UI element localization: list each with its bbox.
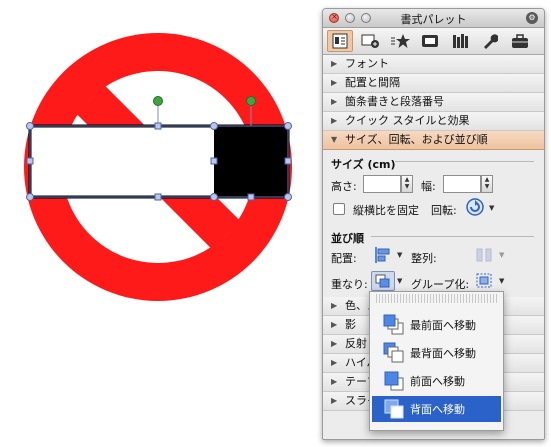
section-bullets-numbering[interactable]: ▶ 箇条書きと段落番号	[323, 93, 544, 112]
rotation-handle[interactable]	[153, 96, 163, 106]
resize-handle[interactable]	[247, 193, 255, 201]
distribute-menu-arrow-icon[interactable]: ▼	[499, 251, 504, 259]
menu-tearoff-grip[interactable]	[376, 294, 497, 303]
toolbox-icon[interactable]	[507, 30, 533, 52]
resize-handle[interactable]	[154, 122, 162, 130]
selected-black-square[interactable]	[214, 126, 288, 198]
resize-handle[interactable]	[154, 193, 162, 201]
bring-to-front-icon	[383, 314, 405, 336]
section-font[interactable]: ▶ フォント	[323, 55, 544, 74]
section-quick-styles[interactable]: ▶ クイック スタイルと効果	[323, 112, 544, 131]
size-rotation-order-panel: サイズ (cm) 高さ: ▲ ▼ 幅: ▲ ▼ 縦横比を固定 回転: ▼ 並び順 配…	[323, 150, 544, 297]
disclosure-triangle-icon: ▶	[331, 377, 338, 386]
order-title: 並び順	[331, 232, 364, 245]
slide-canvas[interactable]	[0, 0, 320, 447]
distribute-button[interactable]	[473, 245, 497, 265]
distribute-icon	[476, 248, 492, 262]
overlap-menu-arrow-icon[interactable]: ▼	[397, 277, 402, 285]
disclosure-triangle-icon: ▶	[331, 59, 338, 68]
width-input[interactable]	[443, 175, 481, 193]
insert-picture-icon[interactable]	[357, 30, 383, 52]
group-icon	[476, 273, 492, 288]
group-menu-arrow-icon[interactable]: ▼	[499, 277, 504, 285]
resize-handle[interactable]	[210, 122, 218, 130]
rotation-handle[interactable]	[246, 96, 256, 106]
wrench-icon[interactable]	[477, 30, 503, 52]
resize-handle[interactable]	[210, 157, 218, 165]
palette-title: 書式パレット	[400, 13, 467, 26]
resize-handle[interactable]	[26, 122, 34, 130]
resize-handle[interactable]	[26, 157, 34, 165]
rotate-label: 回転:	[431, 204, 457, 217]
overlap-label: 重なり:	[331, 278, 368, 291]
distribute-label: 整列:	[411, 252, 437, 265]
resize-handle[interactable]	[210, 193, 218, 201]
align-button[interactable]	[371, 245, 395, 265]
width-label: 幅:	[421, 180, 436, 193]
gear-icon: ⚙	[528, 13, 536, 22]
resize-handle[interactable]	[284, 122, 292, 130]
align-left-icon	[375, 247, 390, 263]
disclosure-triangle-icon: ▶	[331, 301, 338, 310]
disclosure-triangle-icon: ▶	[331, 97, 338, 106]
section-alignment-spacing[interactable]: ▶ 配置と間隔	[323, 74, 544, 93]
height-stepper[interactable]: ▲ ▼	[401, 175, 413, 193]
resize-handle[interactable]	[26, 193, 34, 201]
bullets-star-icon[interactable]	[387, 30, 413, 52]
menu-item-send-to-back[interactable]: 最背面へ移動	[372, 340, 501, 366]
rotate-button[interactable]	[463, 197, 487, 217]
resize-handle[interactable]	[284, 193, 292, 201]
library-icon[interactable]	[447, 30, 473, 52]
size-title: サイズ (cm)	[331, 158, 396, 171]
disclosure-triangle-icon: ▶	[331, 78, 338, 87]
group-button[interactable]	[473, 271, 497, 291]
height-input[interactable]	[363, 175, 401, 193]
disclosure-triangle-icon: ▶	[331, 116, 338, 125]
rotate-menu-arrow-icon[interactable]: ▼	[489, 204, 494, 212]
text-box-icon[interactable]	[327, 30, 353, 52]
arrange-order-menu: 最前面へ移動 最背面へ移動 前面へ移動 背面へ移動	[369, 291, 504, 431]
disclosure-triangle-open-icon: ▼	[331, 135, 338, 144]
send-to-back-icon	[383, 342, 405, 364]
arrange-order-icon	[375, 274, 390, 288]
disclosure-triangle-icon: ▶	[331, 358, 338, 367]
align-label: 配置:	[331, 252, 357, 265]
resize-handle[interactable]	[284, 157, 292, 165]
rotate-icon	[466, 198, 484, 216]
group-label: グループ化:	[411, 278, 470, 291]
send-backward-icon	[383, 398, 405, 420]
lock-aspect-checkbox[interactable]	[333, 203, 345, 215]
disclosure-triangle-icon: ▶	[331, 396, 338, 405]
palette-titlebar[interactable]: × 書式パレット ⚙	[323, 9, 544, 28]
disclosure-triangle-icon: ▶	[331, 339, 338, 348]
height-label: 高さ:	[331, 180, 357, 193]
width-stepper[interactable]: ▲ ▼	[481, 175, 493, 193]
lock-aspect-label: 縦横比を固定	[353, 204, 419, 217]
gallery-icon[interactable]	[417, 30, 443, 52]
bring-forward-icon	[383, 370, 405, 392]
menu-item-bring-to-front[interactable]: 最前面へ移動	[372, 312, 501, 338]
overlap-order-button[interactable]	[371, 271, 395, 291]
section-size-rotation-order[interactable]: ▼ サイズ、回転、および並び順	[323, 131, 544, 150]
align-menu-arrow-icon[interactable]: ▼	[397, 251, 402, 259]
palette-toolbar	[323, 28, 544, 55]
menu-item-send-backward[interactable]: 背面へ移動	[372, 396, 501, 422]
palette-options-button[interactable]: ⚙	[526, 12, 538, 24]
menu-item-bring-forward[interactable]: 前面へ移動	[372, 368, 501, 394]
disclosure-triangle-icon: ▶	[331, 320, 338, 329]
